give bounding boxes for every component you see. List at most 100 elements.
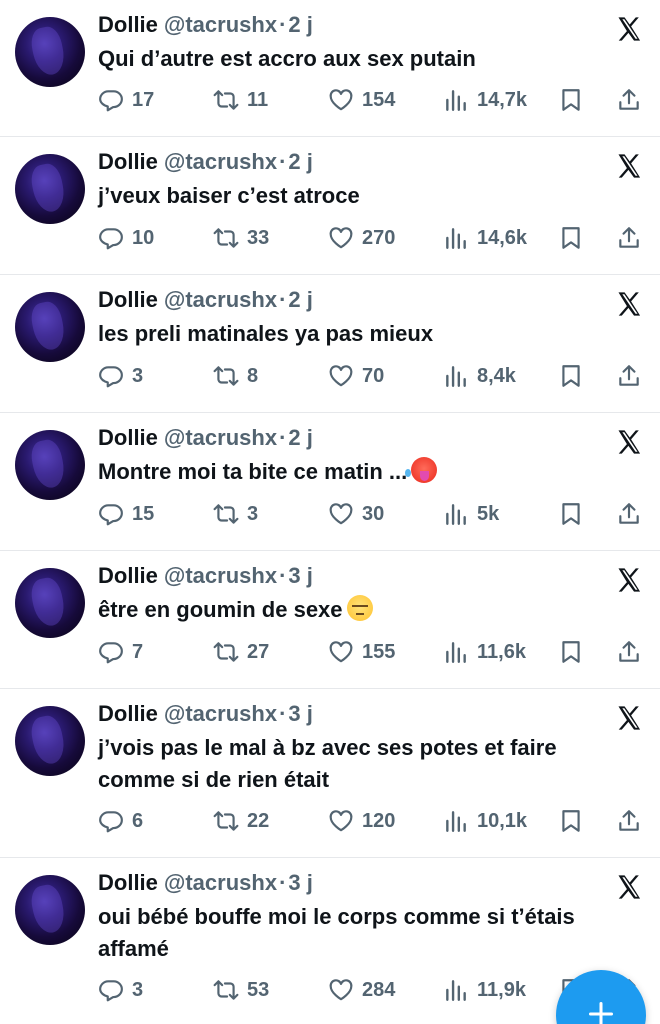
reply-button[interactable]: 3 xyxy=(98,361,143,391)
like-icon xyxy=(329,89,353,111)
tweet-text: Montre moi ta bite ce matin ... xyxy=(98,456,618,488)
avatar[interactable] xyxy=(15,154,85,224)
reply-button[interactable]: 6 xyxy=(98,806,143,836)
share-button[interactable] xyxy=(616,499,642,529)
reply-button[interactable]: 17 xyxy=(98,85,154,115)
retweet-button[interactable]: 33 xyxy=(213,223,269,253)
timestamp[interactable]: 3 j xyxy=(288,563,312,588)
reply-button[interactable]: 15 xyxy=(98,499,154,529)
share-button[interactable] xyxy=(616,637,642,667)
retweet-button[interactable]: 27 xyxy=(213,637,269,667)
tweet[interactable]: Dollie @tacrushx·3 j j’vois pas le mal à … xyxy=(0,689,660,858)
avatar[interactable] xyxy=(15,875,85,945)
bookmark-button[interactable] xyxy=(558,637,584,667)
avatar[interactable] xyxy=(15,430,85,500)
author-handle[interactable]: @tacrushx xyxy=(164,12,277,37)
retweet-icon xyxy=(213,980,239,1000)
timestamp[interactable]: 3 j xyxy=(288,870,312,895)
tweet[interactable]: Dollie @tacrushx·2 j Montre moi ta bite c… xyxy=(0,413,660,551)
timestamp[interactable]: 2 j xyxy=(288,149,312,174)
author-name[interactable]: Dollie xyxy=(98,870,158,895)
tweet-actions: 17 11 154 14,7k xyxy=(98,85,643,115)
reply-icon xyxy=(99,980,123,1002)
avatar[interactable] xyxy=(15,292,85,362)
like-button[interactable]: 154 xyxy=(328,85,395,115)
author-name[interactable]: Dollie xyxy=(98,425,158,450)
bookmark-button[interactable] xyxy=(558,806,584,836)
retweet-icon xyxy=(213,642,239,662)
reply-icon xyxy=(99,228,123,250)
author-name[interactable]: Dollie xyxy=(98,149,158,174)
views-button[interactable]: 11,9k xyxy=(443,975,526,1005)
author-handle[interactable]: @tacrushx xyxy=(164,870,277,895)
author-handle[interactable]: @tacrushx xyxy=(164,563,277,588)
author-name[interactable]: Dollie xyxy=(98,12,158,37)
author-name[interactable]: Dollie xyxy=(98,563,158,588)
bookmark-icon xyxy=(562,227,580,249)
retweet-button[interactable]: 53 xyxy=(213,975,269,1005)
views-button[interactable]: 5k xyxy=(443,499,499,529)
share-button[interactable] xyxy=(616,223,642,253)
views-button[interactable]: 8,4k xyxy=(443,361,516,391)
retweet-count: 3 xyxy=(247,502,259,525)
like-button[interactable]: 120 xyxy=(328,806,395,836)
avatar[interactable] xyxy=(15,17,85,87)
tweet[interactable]: Dollie @tacrushx·2 j les preli matinales … xyxy=(0,275,660,413)
retweet-button[interactable]: 8 xyxy=(213,361,258,391)
like-button[interactable]: 284 xyxy=(328,975,395,1005)
like-count: 70 xyxy=(362,364,385,387)
reply-count: 7 xyxy=(132,640,144,663)
tweet[interactable]: Dollie @tacrushx·2 j Qui d’autre est accr… xyxy=(0,0,660,137)
bookmark-button[interactable] xyxy=(558,499,584,529)
reply-button[interactable]: 3 xyxy=(98,975,143,1005)
separator-dot: · xyxy=(279,12,287,37)
like-icon xyxy=(329,227,353,249)
like-button[interactable]: 155 xyxy=(328,637,395,667)
timestamp[interactable]: 2 j xyxy=(288,425,312,450)
like-button[interactable]: 270 xyxy=(328,223,395,253)
bookmark-button[interactable] xyxy=(558,85,584,115)
timestamp[interactable]: 2 j xyxy=(288,12,312,37)
tweet-header: Dollie @tacrushx·2 j xyxy=(98,286,313,314)
views-button[interactable]: 10,1k xyxy=(443,806,527,836)
like-count: 155 xyxy=(362,640,396,663)
avatar[interactable] xyxy=(15,706,85,776)
like-button[interactable]: 30 xyxy=(328,499,384,529)
retweet-button[interactable]: 22 xyxy=(213,806,269,836)
like-button[interactable]: 70 xyxy=(328,361,384,391)
tweet-text: être en goumin de sexe xyxy=(98,594,618,626)
tweet-header: Dollie @tacrushx·2 j xyxy=(98,424,313,452)
views-count: 8,4k xyxy=(477,364,516,387)
author-handle[interactable]: @tacrushx xyxy=(164,287,277,312)
author-handle[interactable]: @tacrushx xyxy=(164,149,277,174)
tweet[interactable]: Dollie @tacrushx·2 j j’veux baiser c’est … xyxy=(0,137,660,275)
reply-button[interactable]: 7 xyxy=(98,637,143,667)
retweet-button[interactable]: 11 xyxy=(213,85,268,115)
retweet-button[interactable]: 3 xyxy=(213,499,258,529)
tweet[interactable]: Dollie @tacrushx·3 j être en goumin de se… xyxy=(0,551,660,689)
reply-button[interactable]: 10 xyxy=(98,223,154,253)
reply-icon xyxy=(99,811,123,833)
separator-dot: · xyxy=(279,425,287,450)
separator-dot: · xyxy=(279,870,287,895)
share-icon xyxy=(619,227,639,248)
share-icon xyxy=(619,810,639,831)
author-name[interactable]: Dollie xyxy=(98,701,158,726)
timestamp[interactable]: 3 j xyxy=(288,701,312,726)
author-handle[interactable]: @tacrushx xyxy=(164,701,277,726)
share-button[interactable] xyxy=(616,85,642,115)
views-button[interactable]: 11,6k xyxy=(443,637,526,667)
tweet-text-content: les preli matinales ya pas mieux xyxy=(98,321,434,346)
author-handle[interactable]: @tacrushx xyxy=(164,425,277,450)
share-button[interactable] xyxy=(616,361,642,391)
views-button[interactable]: 14,7k xyxy=(443,85,527,115)
avatar[interactable] xyxy=(15,568,85,638)
like-count: 270 xyxy=(362,226,396,249)
timestamp[interactable]: 2 j xyxy=(288,287,312,312)
share-button[interactable] xyxy=(616,806,642,836)
views-icon xyxy=(446,366,466,387)
bookmark-button[interactable] xyxy=(558,361,584,391)
author-name[interactable]: Dollie xyxy=(98,287,158,312)
views-button[interactable]: 14,6k xyxy=(443,223,527,253)
bookmark-button[interactable] xyxy=(558,223,584,253)
